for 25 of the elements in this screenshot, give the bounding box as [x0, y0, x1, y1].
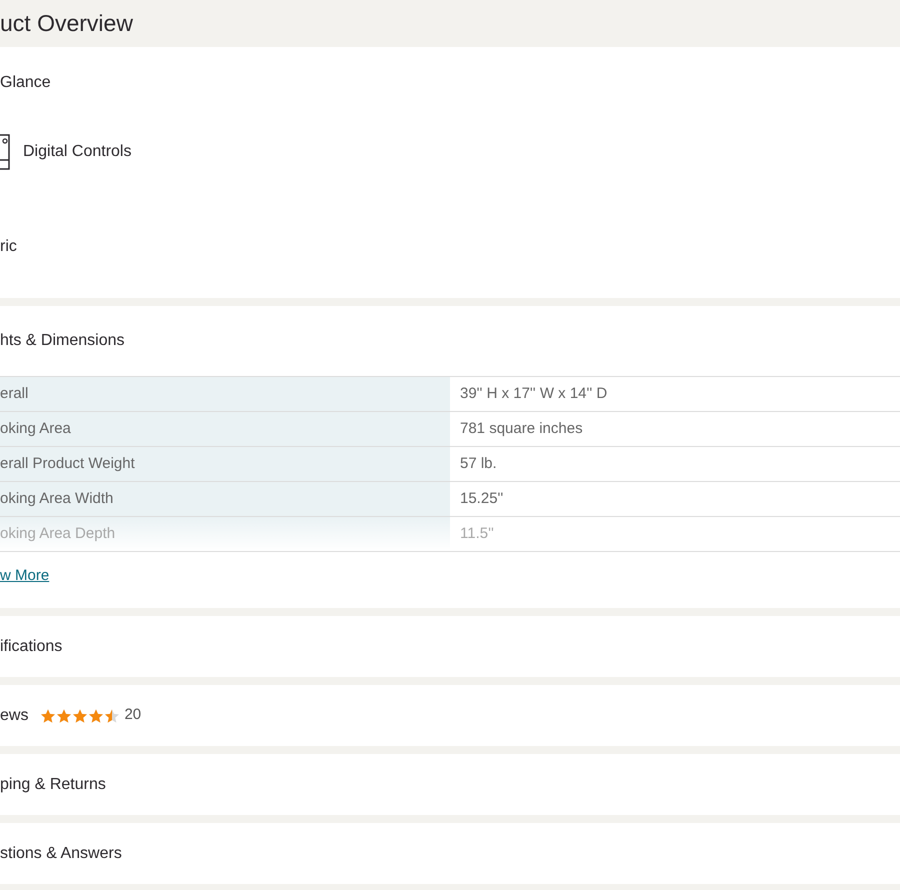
- feature-value: ric: [0, 237, 17, 257]
- section-title: ping & Returns: [0, 774, 106, 794]
- spec-value: 11.5'': [459, 524, 495, 544]
- section-title: stions & Answers: [0, 844, 122, 864]
- review-count: 20: [124, 705, 142, 726]
- show-more-link[interactable]: w More: [0, 564, 50, 588]
- section-title: hts & Dimensions: [0, 331, 124, 351]
- accordion-section[interactable]: ews 20: [0, 685, 900, 746]
- appliance-icon: [0, 134, 10, 170]
- spec-label: erall: [0, 377, 450, 411]
- spec-label: oking Area: [0, 412, 450, 446]
- section-title: Glance: [0, 73, 51, 93]
- accordion-section[interactable]: stions & Answers: [0, 823, 900, 884]
- spec-label: oking Area Width: [0, 482, 450, 516]
- section-title: ews: [0, 706, 28, 726]
- spec-value: 781 square inches: [459, 418, 584, 439]
- spec-value: 39'' H x 17'' W x 14'' D: [459, 384, 608, 404]
- page-title: uct Overview: [0, 9, 133, 38]
- section-title: ifications: [0, 636, 62, 656]
- feature-label: Digital Controls: [23, 142, 132, 162]
- spec-label: erall Product Weight: [0, 447, 450, 481]
- accordion-section[interactable]: ping & Returns: [0, 754, 900, 815]
- accordion-section[interactable]: ifications: [0, 616, 900, 677]
- spec-value: 15.25'': [459, 488, 504, 509]
- spec-value: 57 lb.: [459, 454, 498, 474]
